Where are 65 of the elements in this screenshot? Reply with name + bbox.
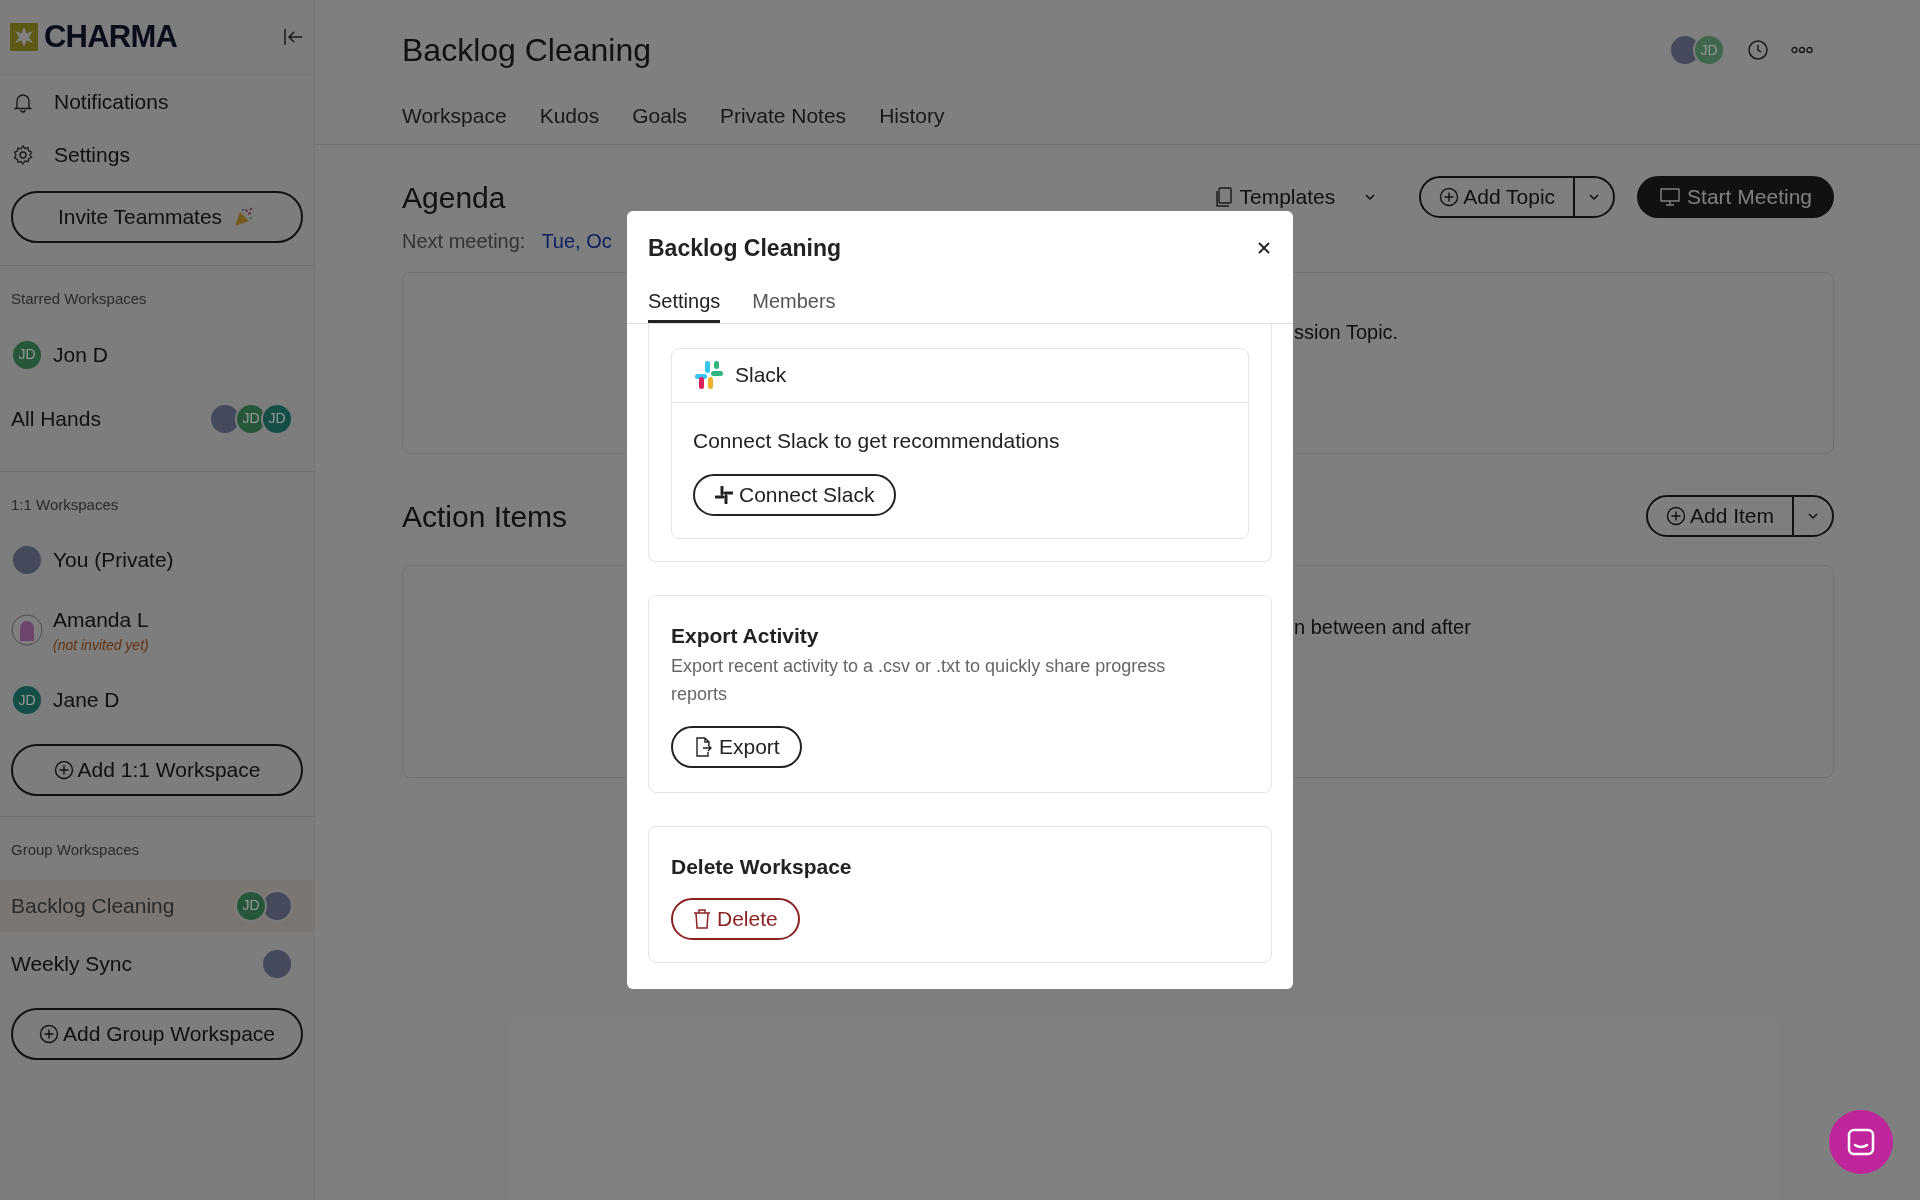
- plus-circle-icon: [1439, 187, 1460, 207]
- section-title: Action Items: [402, 498, 568, 535]
- delete-button[interactable]: Delete: [671, 898, 800, 940]
- plus-circle-icon: [53, 760, 74, 780]
- page-tab[interactable]: Kudos: [539, 100, 600, 132]
- dialog-tab[interactable]: Members: [752, 285, 836, 323]
- add-workspace-button[interactable]: Add 1:1 Workspace: [11, 744, 303, 796]
- settings-icon: [12, 143, 34, 166]
- workspace-item[interactable]: Amanda L (not invited yet): [0, 592, 314, 668]
- connect-slack-button[interactable]: Connect Slack: [693, 474, 897, 516]
- templates-button[interactable]: Templates: [1213, 181, 1378, 213]
- section-heading: 1:1 Workspaces: [10, 494, 120, 515]
- card-title: Export Activity: [671, 623, 820, 649]
- page-tab[interactable]: Workspace: [402, 100, 507, 132]
- file-export-icon: [693, 735, 713, 758]
- presentation-icon: [1659, 187, 1682, 207]
- initials-avatar: JD: [11, 338, 43, 371]
- chat-icon: [1846, 1127, 1876, 1157]
- card-description: Export recent activity to a .csv or .txt to quickly share progress reports: [671, 654, 1167, 706]
- sidebar-nav-item[interactable]: Settings: [0, 128, 314, 181]
- plus-circle-icon: [38, 1023, 59, 1044]
- logo-icon: [10, 23, 38, 51]
- next-meeting-date[interactable]: Tue, Oc: [541, 225, 612, 256]
- slack-icon: [715, 486, 733, 504]
- initials-avatar: JD: [1693, 34, 1725, 66]
- card-title: Delete Workspace: [671, 853, 853, 880]
- card-text: n between and after: [1294, 614, 1471, 640]
- workspace-item[interactable]: You (Private): [0, 528, 314, 592]
- workspace-name: Amanda L: [53, 606, 149, 633]
- collapse-sidebar-icon[interactable]: [282, 26, 304, 48]
- section-heading: Group Workspaces: [10, 840, 141, 860]
- copy-icon: [1213, 186, 1234, 208]
- add-workspace-button[interactable]: Add Group Workspace: [11, 1007, 303, 1060]
- initials-avatar: JD: [11, 684, 43, 716]
- section-heading: Starred Workspaces: [10, 289, 148, 309]
- page-tab[interactable]: History: [879, 100, 945, 132]
- initials-avatar: JD: [261, 402, 293, 435]
- page-title: Backlog Cleaning: [402, 31, 652, 70]
- invite-status: (not invited yet): [53, 636, 149, 656]
- more-icon[interactable]: [1791, 46, 1813, 54]
- invite-teammates-button[interactable]: Invite Teammates: [11, 191, 303, 243]
- dialog-title: Backlog Cleaning: [648, 234, 841, 263]
- logo-text: CHARMA: [44, 17, 178, 56]
- clock-icon[interactable]: [1747, 39, 1769, 61]
- dialog-tab[interactable]: Settings: [648, 285, 721, 323]
- page-tab[interactable]: Private Notes: [720, 100, 847, 132]
- workspace-item[interactable]: Weekly Sync: [0, 937, 314, 990]
- plus-circle-icon: [1665, 506, 1686, 526]
- page-tab[interactable]: Goals: [632, 100, 688, 132]
- integration-description: Connect Slack to get recommendations: [693, 427, 1061, 454]
- workspace-item[interactable]: Backlog Cleaning JD: [0, 879, 314, 932]
- workspace-item[interactable]: JD Jane D: [0, 668, 314, 732]
- export-button[interactable]: Export: [671, 725, 802, 768]
- workspace-item[interactable]: All Hands JD JD: [0, 392, 314, 445]
- workspace-item[interactable]: JD Jon D: [0, 322, 314, 387]
- trash-icon: [693, 908, 711, 930]
- section-title: Agenda: [402, 179, 506, 216]
- integration-name: Slack: [735, 362, 787, 389]
- initials-avatar: JD: [235, 889, 267, 922]
- next-meeting-label: Next meeting:: [402, 228, 526, 254]
- slack-logo-icon: [693, 359, 725, 391]
- start-meeting-button[interactable]: Start Meeting: [1637, 176, 1834, 218]
- ghost-avatar-icon: [11, 614, 43, 646]
- card-text: ssion Topic.: [1294, 319, 1399, 345]
- sidebar-nav-item[interactable]: Notifications: [0, 75, 314, 128]
